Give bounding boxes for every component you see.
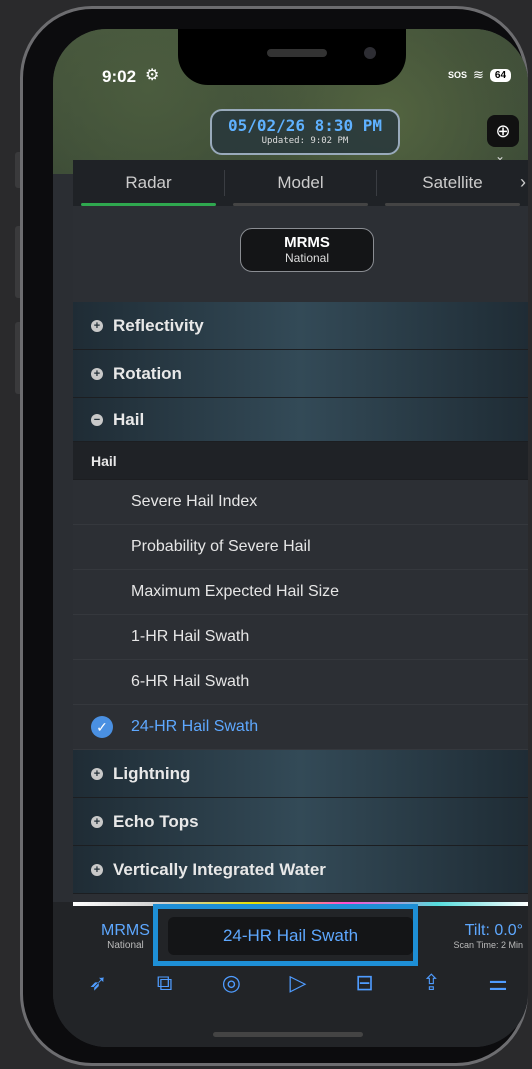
zoom-icon[interactable]: ⊕ (487, 115, 519, 147)
list-item-24hr-hail-swath[interactable]: ✓ 24-HR Hail Swath (73, 705, 528, 750)
product-list: + Reflectivity + Rotation − Hail Hail Se… (73, 302, 528, 894)
product-panel: MRMS National + Reflectivity + Rotation … (73, 206, 528, 902)
gear-icon: ⚙ (145, 67, 160, 84)
tab-model[interactable]: Model (225, 160, 376, 206)
category-label: Rotation (113, 363, 182, 383)
list-item-label: 24-HR Hail Swath (131, 718, 259, 735)
bottom-source-sub: National (107, 940, 144, 951)
category-hail[interactable]: − Hail (73, 398, 528, 442)
checkmark-icon: ✓ (91, 716, 113, 738)
tab-radar[interactable]: Radar (73, 160, 224, 206)
source-selector-button[interactable]: MRMS National (240, 228, 374, 272)
category-label: Vertically Integrated Water (113, 859, 326, 879)
tilt-value: Tilt: 0.0° (464, 922, 523, 939)
category-label: Reflectivity (113, 315, 204, 335)
list-item-6hr-hail-swath[interactable]: 6-HR Hail Swath (73, 660, 528, 705)
tilt-info[interactable]: Tilt: 0.0° Scan Time: 2 Min (438, 922, 523, 950)
bottom-source-title: MRMS (101, 922, 150, 939)
category-label: Hail (113, 409, 145, 429)
status-indicators: SOS ≋ 64 (448, 67, 512, 83)
category-echo-tops[interactable]: + Echo Tops (73, 798, 528, 846)
battery-indicator: 64 (489, 68, 512, 82)
tab-model-label: Model (277, 173, 324, 192)
product-tabs: Radar Model Satellite › (73, 160, 528, 206)
list-item-1hr-hail-swath[interactable]: 1-HR Hail Swath (73, 615, 528, 660)
plus-icon: + (91, 815, 103, 828)
category-label: Lightning (113, 763, 191, 783)
split-view-icon[interactable]: ⊟ (350, 970, 380, 996)
source-title: MRMS (284, 234, 330, 251)
plus-icon: + (91, 767, 103, 780)
toolbar: ➶ ⧉ ◎ ▷ ⊟ ⇪ ⚌ (83, 970, 513, 996)
hail-subheader: Hail (73, 442, 528, 480)
category-lightning[interactable]: + Lightning (73, 750, 528, 798)
home-indicator (213, 1032, 363, 1037)
toggles-icon[interactable]: ⚌ (483, 970, 513, 996)
timestamp-box[interactable]: 05/02/26 8:30 PM Updated: 9:02 PM (210, 109, 400, 155)
plus-icon: + (91, 863, 103, 876)
source-subtitle: National (284, 251, 330, 265)
status-time: 9:02 (102, 67, 137, 86)
speaker (267, 49, 327, 57)
category-vil[interactable]: + Vertically Integrated Water (73, 846, 528, 894)
location-arrow-icon[interactable]: ➶ (83, 970, 113, 996)
camera (364, 47, 376, 59)
wifi-icon: ≋ (473, 67, 484, 82)
category-label: Echo Tops (113, 811, 199, 831)
tab-satellite[interactable]: Satellite (377, 160, 528, 206)
list-item-max-expected-hail-size[interactable]: Maximum Expected Hail Size (73, 570, 528, 615)
radar-icon[interactable]: ◎ (216, 970, 246, 996)
dynamic-island (178, 29, 406, 85)
highlight-box (153, 904, 418, 966)
plus-icon: + (91, 367, 103, 380)
list-item-probability-severe-hail[interactable]: Probability of Severe Hail (73, 525, 528, 570)
phone-frame: 9:02 ⚙ SOS ≋ 64 05/02/26 8:30 PM Updated… (20, 6, 528, 1066)
plus-icon: + (91, 319, 103, 332)
minus-icon: − (91, 413, 103, 426)
share-icon[interactable]: ⇪ (416, 970, 446, 996)
bottom-bar: MRMS National 24-HR Hail Swath Tilt: 0.0… (53, 902, 528, 1047)
tab-satellite-label: Satellite (422, 173, 483, 192)
category-reflectivity[interactable]: + Reflectivity (73, 302, 528, 350)
list-item-severe-hail-index[interactable]: Severe Hail Index (73, 480, 528, 525)
category-rotation[interactable]: + Rotation (73, 350, 528, 398)
bottom-source-button[interactable]: MRMS National (101, 922, 150, 951)
tab-radar-label: Radar (125, 173, 172, 192)
timestamp-date: 05/02/26 8:30 PM (227, 116, 383, 135)
chevron-right-icon[interactable]: › (520, 172, 526, 193)
timestamp-updated: Updated: 9:02 PM (261, 136, 349, 146)
screen: 9:02 ⚙ SOS ≋ 64 05/02/26 8:30 PM Updated… (53, 29, 528, 1047)
play-icon[interactable]: ▷ (283, 970, 313, 996)
sos-indicator: SOS (448, 70, 468, 80)
scan-time: Scan Time: 2 Min (453, 940, 523, 950)
layers-icon[interactable]: ⧉ (150, 970, 180, 996)
